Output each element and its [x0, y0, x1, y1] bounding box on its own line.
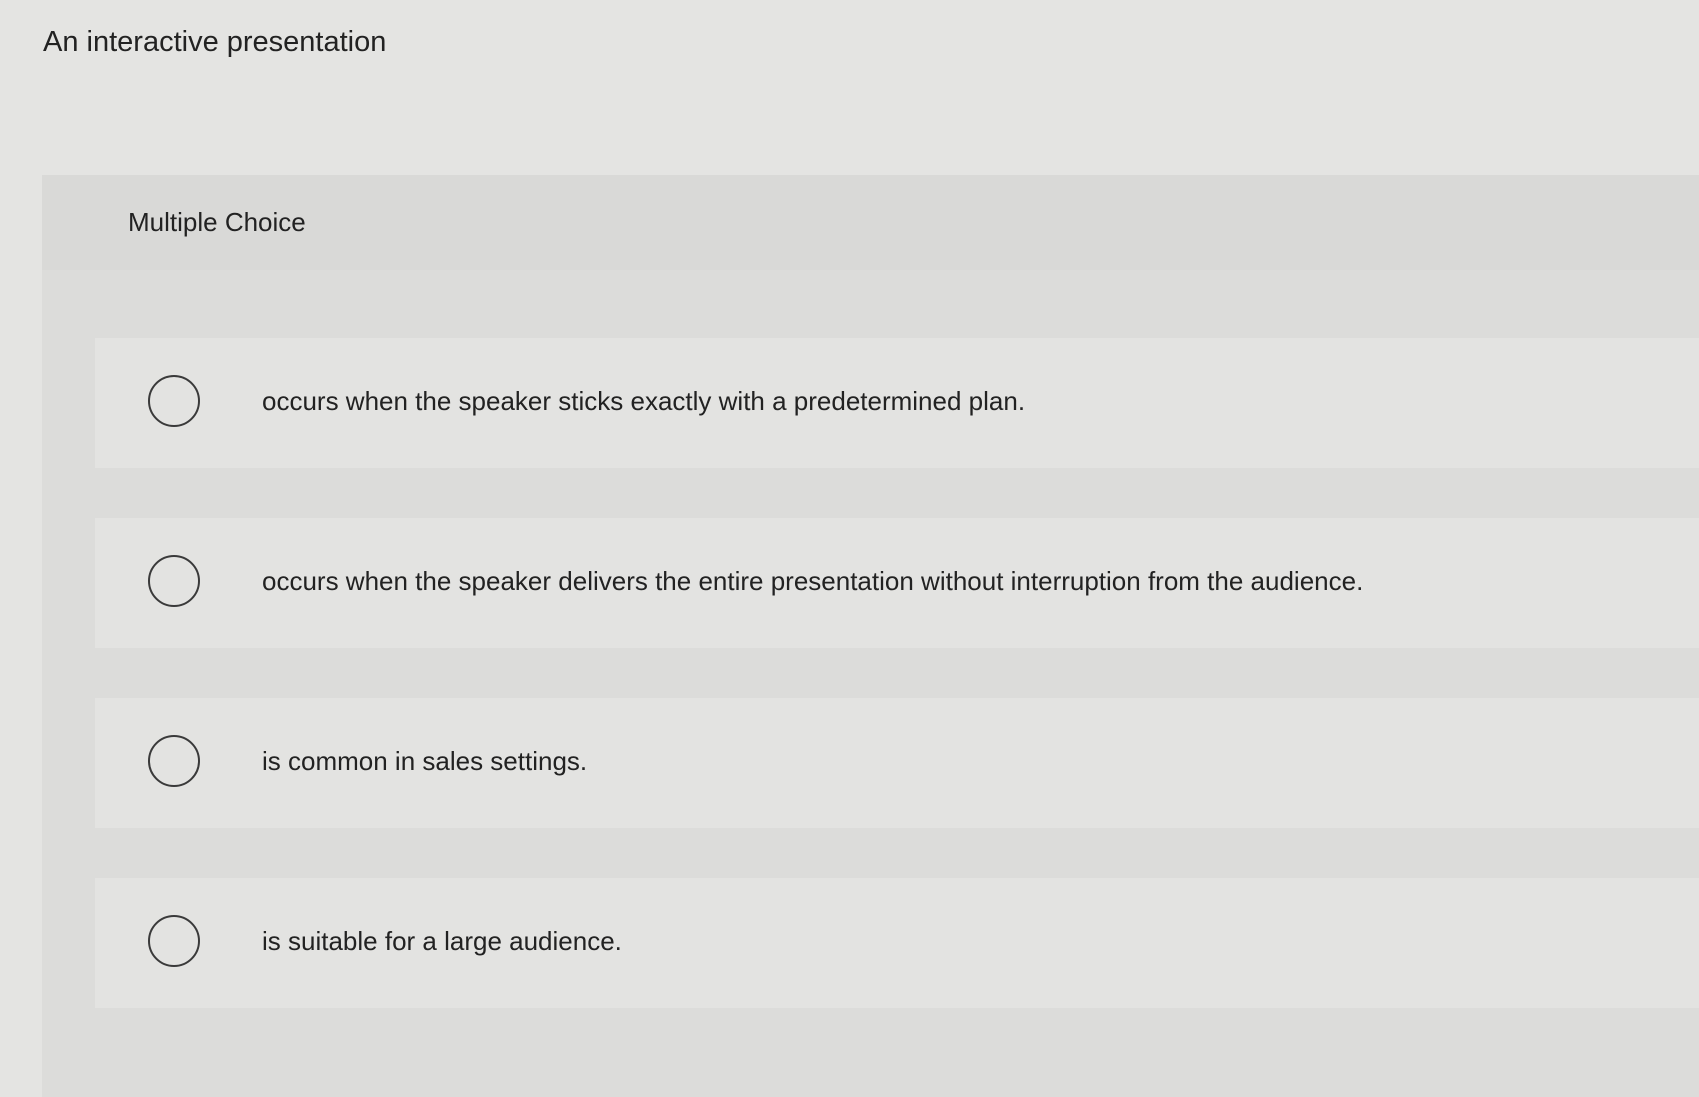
- radio-circle-icon[interactable]: [148, 915, 200, 967]
- choice-option-4[interactable]: is suitable for a large audience.: [95, 878, 1699, 1008]
- choice-label: is suitable for a large audience.: [262, 926, 622, 956]
- radio-circle-icon[interactable]: [148, 555, 200, 607]
- radio-circle-icon[interactable]: [148, 375, 200, 427]
- choice-option-3[interactable]: is common in sales settings.: [95, 698, 1699, 828]
- panel-header: Multiple Choice: [42, 175, 1699, 270]
- choice-option-1[interactable]: occurs when the speaker sticks exactly w…: [95, 338, 1699, 468]
- radio-circle-icon[interactable]: [148, 735, 200, 787]
- question-type-label: Multiple Choice: [128, 207, 306, 237]
- question-stem: An interactive presentation: [43, 26, 387, 58]
- choice-label: occurs when the speaker delivers the ent…: [262, 566, 1364, 596]
- choice-label: occurs when the speaker sticks exactly w…: [262, 386, 1026, 416]
- choice-label: is common in sales settings.: [262, 746, 588, 776]
- question-panel: Multiple Choice occurs when the speaker …: [42, 175, 1699, 1097]
- choice-option-2[interactable]: occurs when the speaker delivers the ent…: [95, 518, 1699, 648]
